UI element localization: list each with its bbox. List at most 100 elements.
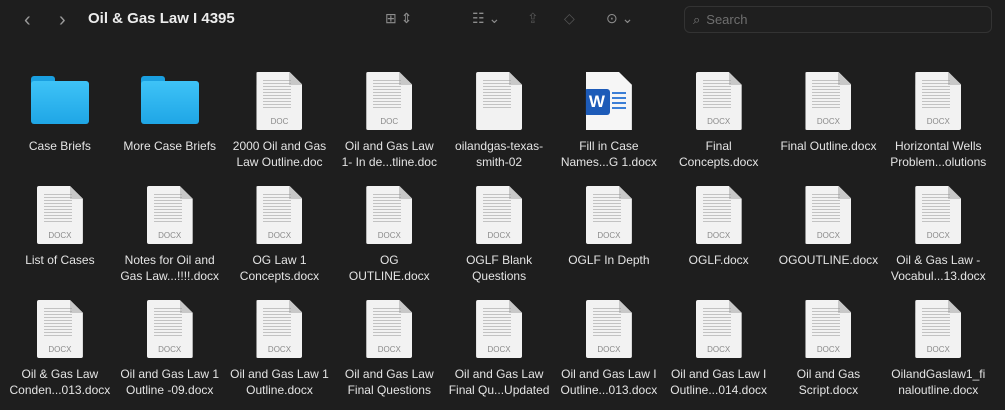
file-item[interactable]: More Case Briefs [115, 68, 225, 182]
group-icon[interactable]: ☷ ⌄ [472, 10, 500, 27]
file-name-line-2: OUTLINE.docx [348, 269, 430, 283]
file-item[interactable]: DOCX Oil and Gas Law I Outline...014.docx [664, 296, 774, 410]
file-item[interactable]: DOC Oil and Gas Law 1- In de...tline.doc [334, 68, 444, 182]
file-name: Oil & Gas Law - Vocabul...13.docx [884, 252, 992, 284]
file-name-line-1: Case Briefs [28, 139, 91, 153]
file-item[interactable]: DOCX Oil & Gas Law Conden...013.docx [5, 296, 115, 410]
file-name: Case Briefs [6, 138, 114, 154]
file-extension: DOCX [816, 117, 841, 126]
window-title: Oil & Gas Law I 4395 [88, 10, 235, 27]
file-name: 2000 Oil and Gas Law Outline.doc [225, 138, 333, 170]
file-name-line-1: Oil & Gas Law - [896, 253, 981, 267]
file-name: OilandGaslaw1_fi naloutline.docx [884, 366, 992, 398]
file-name-line-1: Final [705, 139, 732, 153]
file-item[interactable]: DOCX Oil and Gas Law Final Qu...Updated [444, 296, 554, 410]
file-name: Oil and Gas Law Final Questions [335, 366, 443, 398]
file-name-line-1: oilandgas-texas- [455, 139, 544, 153]
file-extension: DOCX [707, 231, 731, 240]
file-name-line-2: Final Qu...Updated [448, 383, 550, 397]
file-extension: DOCX [377, 231, 401, 240]
file-name-line-1: More Case Briefs [123, 139, 217, 153]
file-extension: DOCX [267, 345, 292, 354]
document-icon: DOCX [585, 300, 632, 358]
file-item[interactable]: W Fill in Case Names...G 1.docx [554, 68, 664, 182]
document-icon: DOCX [915, 72, 962, 130]
tag-icon[interactable]: ◇ [564, 10, 575, 27]
file-name: Final Outline.docx [774, 138, 882, 154]
file-name-line-1: OG Law 1 [252, 253, 307, 267]
file-item[interactable]: DOCX Oil and Gas Law Final Questions [334, 296, 444, 410]
file-item[interactable]: Case Briefs [5, 68, 115, 182]
file-name-line-1: Oil and Gas Law [454, 367, 544, 381]
file-item[interactable]: DOCX Final Concepts.docx [664, 68, 774, 182]
file-item[interactable]: DOCX Notes for Oil and Gas Law...!!!!.docx [115, 182, 225, 296]
folder-icon [140, 76, 199, 124]
file-extension: DOCX [597, 231, 621, 240]
file-item[interactable]: DOCX Final Outline.docx [774, 68, 884, 182]
forward-button[interactable]: › [59, 9, 66, 32]
file-name: OGLF In Depth [555, 252, 663, 268]
file-name: Oil and Gas Law 1- In de...tline.doc [335, 138, 443, 170]
file-item[interactable]: DOCX Oil and Gas Law 1 Outline -09.docx [115, 296, 225, 410]
share-icon[interactable]: ⇪ [527, 10, 539, 27]
file-item[interactable]: DOCX OGLF In Depth [554, 182, 664, 296]
file-name-line-2: Gas Law...!!!!.docx [120, 269, 220, 283]
file-item[interactable]: DOCX Horizontal Wells Problem...olutions [883, 68, 993, 182]
file-item[interactable]: DOCX OGLF.docx [664, 182, 774, 296]
file-name-line-1: List of Cases [25, 253, 95, 267]
file-name-line-1: Notes for Oil and [124, 253, 215, 267]
file-extension: DOCX [816, 345, 841, 354]
file-item[interactable]: DOCX Oil and Gas Law I Outline...013.docx [554, 296, 664, 410]
file-item[interactable]: DOCX Oil and Gas Law 1 Outline.docx [225, 296, 335, 410]
file-name: Oil and Gas Law I Outline...013.docx [555, 366, 663, 398]
file-item[interactable]: DOCX Oil & Gas Law - Vocabul...13.docx [883, 182, 993, 296]
file-name-line-1: OG [379, 253, 399, 267]
document-icon: DOCX [585, 186, 632, 244]
file-item[interactable]: DOCX OG OUTLINE.docx [334, 182, 444, 296]
file-item[interactable]: DOCX List of Cases [5, 182, 115, 296]
more-actions-icon[interactable]: ⊙ ⌄ [606, 10, 633, 27]
file-name: OG Law 1 Concepts.docx [225, 252, 333, 284]
file-name: Final Concepts.docx [665, 138, 773, 170]
view-grid-icon[interactable]: ⊞ ⇕ [385, 10, 412, 27]
file-item[interactable]: oilandgas-texas-smith-02 [444, 68, 554, 182]
file-item[interactable]: DOCX Oil and Gas Script.docx [774, 296, 884, 410]
file-name: OGLF Blank Questions [445, 252, 553, 284]
file-extension: DOC [380, 117, 399, 126]
file-name-line-1: Oil and Gas Law I [670, 367, 767, 381]
file-name-line-2: Problem...olutions [890, 155, 987, 169]
file-extension: DOCX [48, 231, 72, 240]
file-extension: DOCX [487, 345, 511, 354]
file-name-line-1: Oil and Gas Law [344, 367, 434, 381]
file-name-line-2: Concepts.docx [239, 269, 320, 283]
file-extension: DOCX [816, 231, 841, 240]
file-name: Notes for Oil and Gas Law...!!!!.docx [116, 252, 224, 284]
file-name-line-1: Horizontal Wells [895, 139, 982, 153]
file-name-line-2: Script.docx [798, 383, 859, 397]
document-icon: DOCX [695, 300, 742, 358]
file-extension: DOCX [597, 345, 621, 354]
folder-icon [30, 76, 89, 124]
file-name-line-2: Names...G 1.docx [560, 155, 657, 169]
file-name: More Case Briefs [116, 138, 224, 154]
back-button[interactable]: ‹ [24, 9, 31, 32]
file-item[interactable]: DOCX OGLF Blank Questions [444, 182, 554, 296]
file-item[interactable]: DOC 2000 Oil and Gas Law Outline.doc [225, 68, 335, 182]
search-field[interactable]: ⌕ [684, 6, 992, 33]
file-extension: DOCX [267, 231, 292, 240]
document-icon: DOCX [805, 72, 852, 130]
search-input[interactable] [706, 12, 967, 27]
document-icon: DOCX [915, 300, 962, 358]
document-icon: DOCX [695, 72, 742, 130]
file-item[interactable]: DOCX OilandGaslaw1_fi naloutline.docx [883, 296, 993, 410]
file-item[interactable]: DOCX OG Law 1 Concepts.docx [225, 182, 335, 296]
file-item[interactable]: DOCXOGOUTLINE.docx [774, 182, 884, 296]
file-name-line-2: Outline.docx [246, 383, 313, 397]
file-name-line-1: Final Outline.docx [780, 139, 877, 153]
file-name: Fill in Case Names...G 1.docx [555, 138, 663, 170]
file-extension: DOCX [377, 345, 401, 354]
toolbar: ‹ › Oil & Gas Law I 4395 ⊞ ⇕ ☷ ⌄ ⇪ ◇ ⊙ ⌄… [0, 0, 1005, 40]
file-name-line-1: Fill in Case [579, 139, 639, 153]
file-name-line-2: Questions [472, 269, 527, 283]
file-extension: DOCX [48, 345, 72, 354]
